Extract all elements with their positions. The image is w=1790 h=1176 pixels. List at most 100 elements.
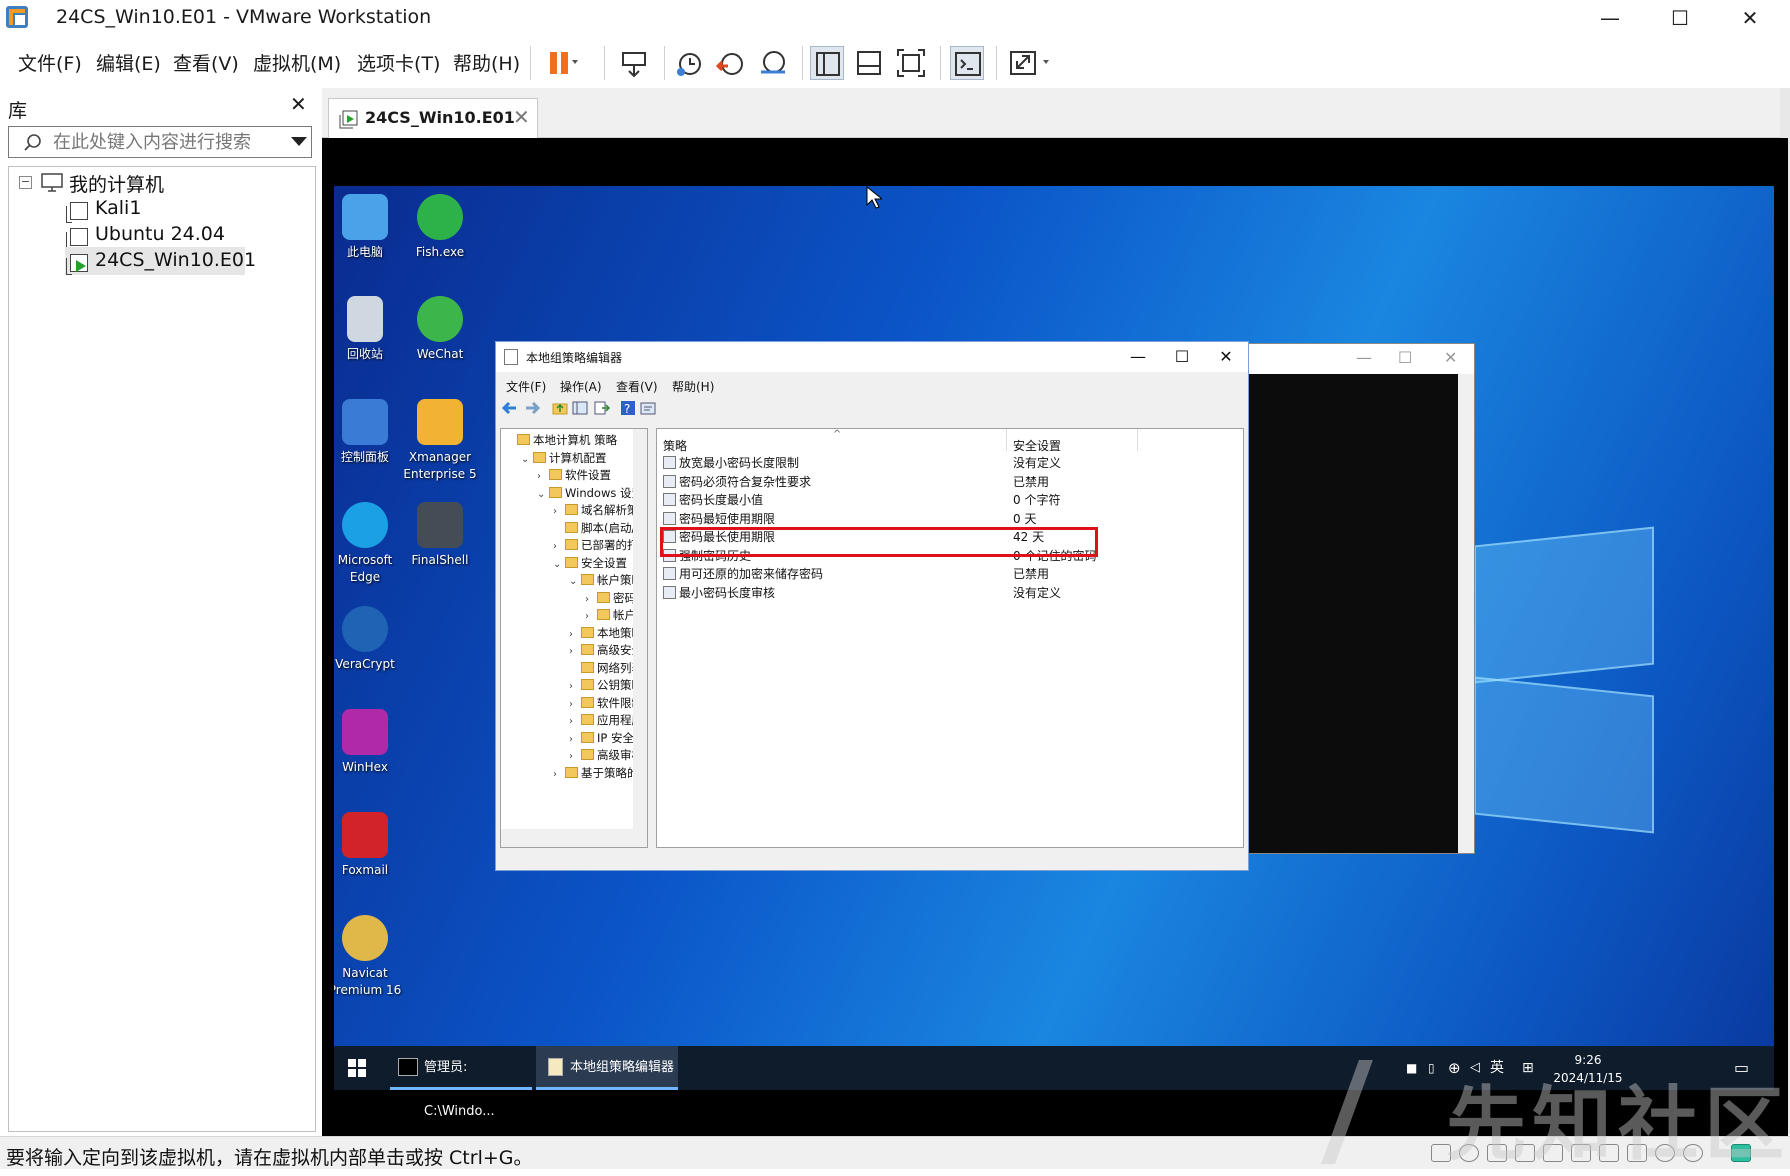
library-close-button[interactable]: ✕ [290,92,307,116]
thumbnail-bar-icon[interactable] [852,46,886,80]
pause-icon[interactable] [546,46,580,80]
gpedit-tree-node[interactable]: › 本地策略 [569,624,643,642]
menu-vm[interactable]: 虚拟机(M) [253,49,341,76]
windows-logo-pane [1474,526,1654,684]
gpedit-tree-node[interactable]: › 软件设置 [537,466,611,484]
console-minimize-button[interactable]: — [1356,348,1372,367]
desktop-icon-foxmail[interactable]: Foxmail [334,812,405,879]
desktop-icon-veracrypt[interactable]: VeraCrypt [334,606,405,673]
menu-file[interactable]: 文件(F) [18,49,82,76]
snapshot-icon[interactable] [672,46,706,80]
help-icon[interactable]: ? [620,400,636,416]
column-header-setting[interactable]: 安全设置 [1013,437,1061,454]
tab-vm[interactable]: 24CS_Win10.E01 ✕ [328,98,538,138]
expanded-chevron-icon[interactable]: ⌄ [521,451,533,469]
back-arrow-icon[interactable] [502,400,518,416]
gpedit-tree-node[interactable]: ⌄ 计算机配置 [521,449,607,467]
folder-icon [581,626,594,638]
desktop-icon-fish[interactable]: Fish.exe [400,194,480,261]
library-title: 库 [8,100,28,122]
column-divider[interactable] [1137,429,1138,451]
gpedit-menu-file[interactable]: 文件(F) [506,378,546,395]
gpedit-tree-node[interactable]: › 公钥策略 [569,676,643,694]
up-folder-icon[interactable] [552,400,568,416]
desktop-icon-this-pc[interactable]: 此电脑 [334,194,405,261]
expanded-chevron-icon[interactable]: ⌄ [537,486,549,504]
sidebar-toggle-icon[interactable] [810,46,844,80]
minimize-button[interactable]: — [1575,0,1645,36]
desktop-icon-winhex[interactable]: WinHex [334,709,405,776]
gpedit-maximize-button[interactable]: ☐ [1160,344,1204,370]
tree-root-my-computer[interactable]: 我的计算机 [69,170,164,196]
tree-item-vm-selected[interactable]: 24CS_Win10.E01 [95,249,256,275]
desktop-icon-recycle-bin[interactable]: 回收站 [334,296,405,363]
tree-item-vm[interactable]: Kali1 [95,197,141,223]
collapse-toggle-icon[interactable]: − [19,176,32,189]
watermark-text: 先知社区 [1446,1078,1790,1171]
snapshot-manager-icon[interactable] [756,46,790,80]
tree-vertical-scrollbar[interactable] [633,429,647,829]
menu-view[interactable]: 查看(V) [173,49,239,76]
forward-arrow-icon[interactable] [524,400,540,416]
console-window[interactable]: — ☐ ✕ [1247,343,1475,854]
recycle-bin-icon [347,296,383,342]
desktop-icon-control-panel[interactable]: 控制面板 [334,399,405,466]
tree-node-label: 本地计算机 策略 [533,433,618,447]
console-scrollbar[interactable] [1458,374,1474,853]
desktop-icon-xmanager[interactable]: Xmanager Enterprise 5 [400,399,480,483]
maximize-button[interactable]: ☐ [1645,0,1715,36]
chevron-down-icon[interactable] [1040,46,1058,80]
send-ctrl-alt-del-icon[interactable] [618,46,652,80]
windows-start-icon[interactable] [348,1059,366,1077]
desktop-icon-navicat[interactable]: Navicat Premium 16 [334,915,405,999]
library-search-input[interactable] [53,131,263,153]
column-divider[interactable] [1006,429,1007,451]
menu-tabs[interactable]: 选项卡(T) [357,49,440,76]
desktop-icon-finalshell[interactable]: FinalShell [400,502,480,569]
gpedit-policy-list: ^ 策略 安全设置 放宽最小密码长度限制 没有定义 密码必须符合复杂性要求 已禁用 密码… [656,428,1244,848]
console-maximize-button[interactable]: ☐ [1398,348,1412,367]
expanded-chevron-icon[interactable]: ⌄ [569,573,581,591]
tab-close-icon[interactable]: ✕ [513,105,530,129]
gpedit-tree-node[interactable]: ⌄ 帐户策略 [569,571,643,589]
console-close-button[interactable]: ✕ [1444,348,1457,367]
menu-help[interactable]: 帮助(H) [453,49,520,76]
tree-item-vm[interactable]: Ubuntu 24.04 [95,223,225,249]
status-message: 要将输入定向到该虚拟机，请在虚拟机内部单击或按 Ctrl+G。 [6,1147,533,1169]
gpedit-menu-help[interactable]: 帮助(H) [672,378,714,395]
gpedit-menu-action[interactable]: 操作(A) [560,378,602,395]
taskbar-item-gpedit[interactable]: 本地组策略编辑器 [536,1046,678,1090]
expanded-chevron-icon[interactable]: ⌄ [553,556,565,574]
taskbar-item-cmd[interactable]: 管理员: C:\Windo... [390,1046,532,1119]
gpedit-tree-node[interactable]: ⌄ Windows 设置 [537,484,643,502]
folder-icon [565,539,578,550]
gpedit-close-button[interactable]: ✕ [1204,344,1248,370]
search-dropdown-icon[interactable] [291,137,307,149]
policy-name: 用可还原的加密来储存密码 [679,567,824,581]
collapsed-chevron-icon[interactable]: › [553,766,565,784]
folder-icon [581,679,594,690]
properties-icon[interactable] [640,400,656,416]
policy-icon [663,567,676,580]
library-search[interactable] [8,126,312,158]
gpedit-tree-node[interactable]: 本地计算机 策略 [505,431,617,449]
show-hide-tree-icon[interactable] [572,400,588,416]
group-policy-editor-window[interactable]: 本地组策略编辑器 — ☐ ✕ 文件(F) 操作(A) 查看(V) 帮助(H) ?… [495,341,1249,871]
column-header-policy[interactable]: 策略 [663,437,687,454]
console-view-icon[interactable] [950,46,984,80]
desktop-icon-edge[interactable]: Microsoft Edge [334,502,405,586]
revert-snapshot-icon[interactable] [714,46,748,80]
full-screen-icon[interactable] [894,46,928,80]
policy-row[interactable]: 最小密码长度审核 没有定义 [663,583,1239,604]
export-list-icon[interactable] [594,400,610,416]
stretch-guest-icon[interactable] [1006,46,1040,80]
gpedit-tree-node[interactable]: ⌄ 安全设置 [553,554,627,572]
gpedit-minimize-button[interactable]: — [1116,344,1160,370]
close-button[interactable]: ✕ [1715,0,1785,36]
menu-edit[interactable]: 编辑(E) [96,49,161,76]
tree-horizontal-scrollbar[interactable] [501,829,647,847]
gpedit-title-bar: 本地组策略编辑器 — ☐ ✕ [496,342,1248,372]
console-title-bar: — ☐ ✕ [1248,344,1474,374]
gpedit-menu-view[interactable]: 查看(V) [616,378,658,395]
desktop-icon-wechat[interactable]: WeChat [400,296,480,363]
